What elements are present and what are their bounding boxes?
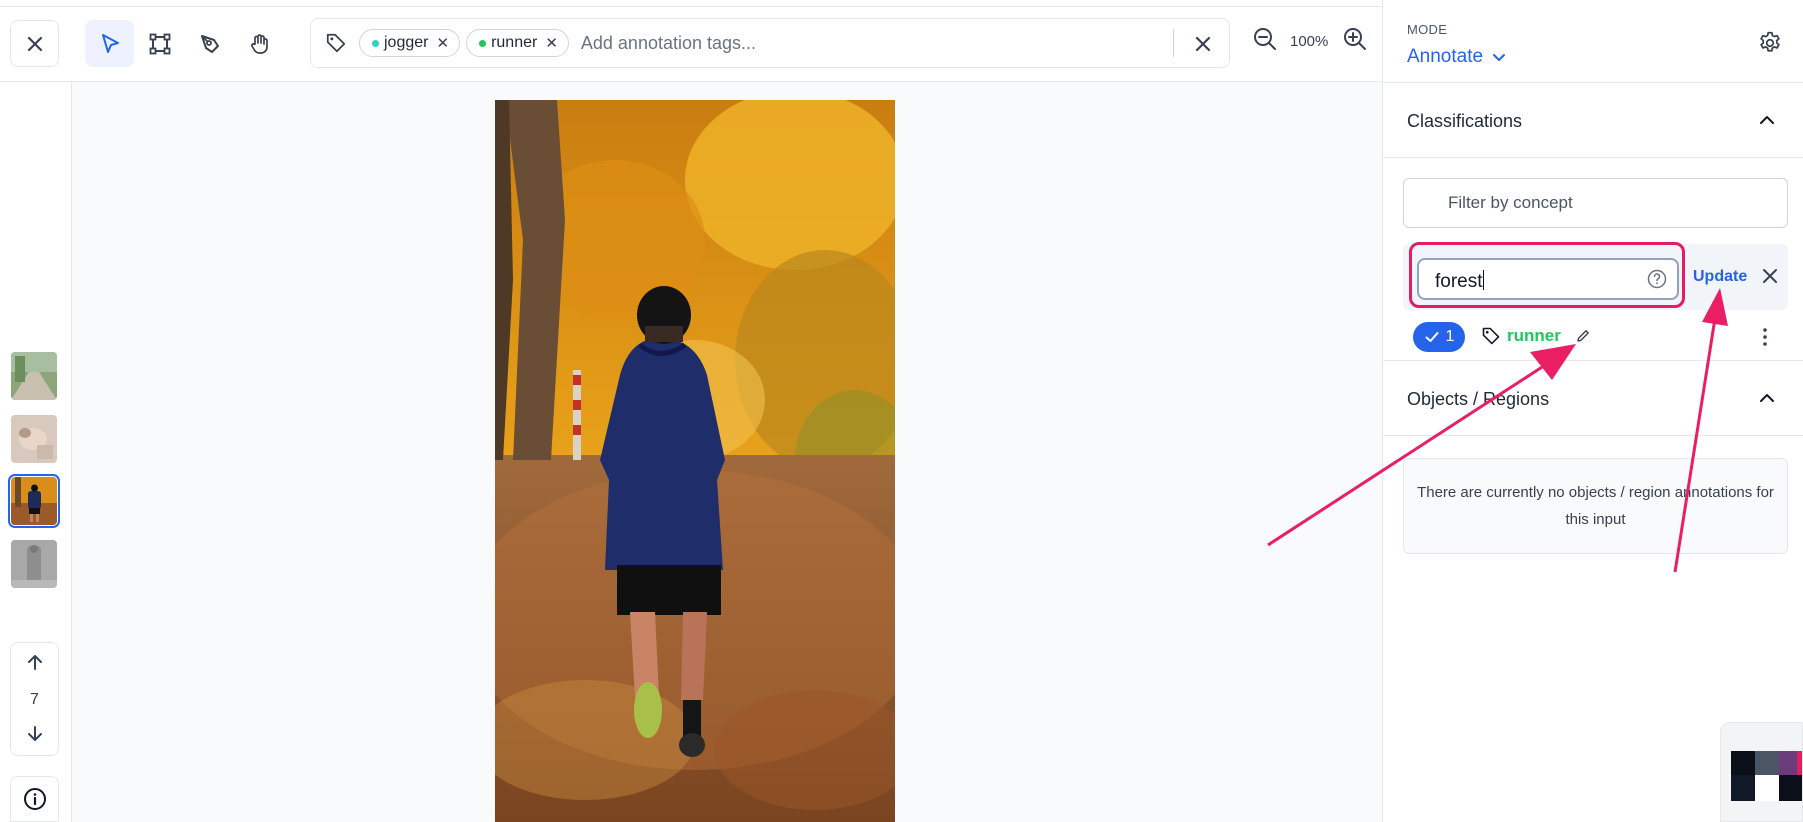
zoom-out-button[interactable] [1252,26,1278,57]
select-tool-button[interactable] [85,20,134,67]
runner-in-autumn-forest-image [495,100,895,822]
pan-tool-button[interactable] [235,20,284,67]
input-thumbnail[interactable] [11,352,57,400]
label-count-badge[interactable]: 1 [1413,322,1465,352]
next-input-button[interactable] [25,723,45,748]
remove-tag-icon[interactable]: ✕ [436,34,449,52]
input-thumbnail[interactable] [11,540,57,588]
pen-tool-icon [200,34,219,53]
thumbnail-image [11,540,57,588]
concept-filter [1403,178,1788,228]
annotation-tags-input[interactable] [580,32,1141,54]
annotation-tags-bar: jogger ✕ runner ✕ [310,18,1230,68]
input-thumbnail-rail: 7 [0,82,72,822]
text-cursor [1482,270,1484,290]
input-page-number: 7 [30,691,39,708]
zoom-in-button[interactable] [1342,26,1368,57]
label-options-button[interactable] [1760,326,1770,353]
clear-tags-button[interactable] [1187,28,1219,60]
section-title: Classifications [1407,111,1523,131]
tag-icon [1482,327,1500,345]
thumbnail-image [11,477,57,525]
input-thumbnail-selected[interactable] [8,474,60,528]
bounding-box-icon [149,33,170,54]
zoom-level: 100% [1290,33,1329,50]
classifications-section-header[interactable]: Classifications [1383,82,1803,158]
edit-label-button[interactable] [1575,328,1591,349]
empty-state-message: There are currently no objects / region … [1403,458,1788,554]
divider [1173,29,1174,57]
floating-widget[interactable] [1720,722,1803,822]
polygon-tool-button[interactable] [185,20,234,67]
close-button[interactable] [10,20,59,67]
input-image [495,100,895,822]
chevron-up-icon [1760,394,1774,402]
pencil-icon [1577,330,1589,342]
pointer-icon [101,33,119,53]
input-thumbnail[interactable] [11,415,57,463]
tag-chip-label: runner [491,34,538,51]
hand-icon [250,33,268,54]
tag-chip-runner[interactable]: runner ✕ [466,29,569,57]
classification-label-row: 1 runner [1383,318,1803,360]
arrow-down-icon [28,726,42,741]
concept-edit-input[interactable]: forest [1417,258,1679,300]
input-pager: 7 [10,642,59,756]
info-button[interactable] [10,776,59,822]
info-icon [23,788,46,810]
mode-dropdown[interactable]: Annotate [1407,46,1507,68]
close-icon [1763,269,1777,283]
concept-edit-value: forest [1435,271,1483,292]
check-icon [1425,332,1439,342]
concept-label: runner [1481,326,1561,346]
settings-button[interactable] [1757,30,1783,61]
tag-icon [326,33,346,53]
cancel-edit-button[interactable] [1761,267,1779,290]
widget-icon [1731,751,1802,801]
section-title: Objects / Regions [1407,389,1550,409]
tag-chip-label: jogger [384,34,429,51]
mode-value: Annotate [1407,46,1484,67]
mode-label: MODE [1407,22,1448,37]
help-icon[interactable] [1647,269,1667,289]
thumbnail-image [11,352,57,400]
previous-input-button[interactable] [25,653,45,678]
top-toolbar: jogger ✕ runner ✕ 100% [0,0,1382,82]
arrow-up-icon [28,655,42,670]
tag-color-dot [479,39,487,47]
concept-label-name: runner [1507,326,1561,345]
zoom-out-icon [1254,28,1276,50]
filter-by-concept-input[interactable] [1404,179,1787,227]
close-icon [1195,36,1211,52]
zoom-in-icon [1344,28,1366,50]
right-panel: MODE Annotate Classifications forest Upd… [1382,0,1803,822]
chevron-up-icon [1760,116,1774,124]
remove-tag-icon[interactable]: ✕ [545,34,558,52]
tag-chip-jogger[interactable]: jogger ✕ [359,29,461,57]
thumbnail-image [11,415,57,463]
tag-color-dot [372,39,379,47]
update-button[interactable]: Update [1693,268,1747,286]
annotation-canvas[interactable] [72,82,1382,822]
annotation-app: jogger ✕ runner ✕ 100% [0,0,1803,822]
chevron-down-icon [1493,54,1506,61]
objects-regions-section-header[interactable]: Objects / Regions [1383,360,1803,436]
label-count: 1 [1445,328,1455,345]
more-vertical-icon [1763,328,1767,346]
close-icon [27,36,42,51]
gear-icon [1760,31,1780,52]
bounding-box-tool-button[interactable] [135,20,184,67]
divider [0,6,1382,7]
